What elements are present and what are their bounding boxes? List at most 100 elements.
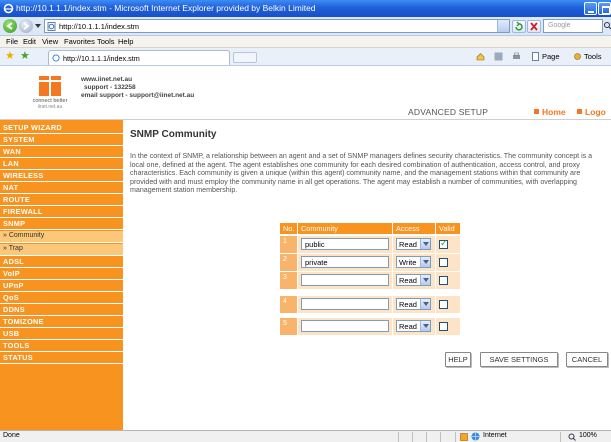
window-titlebar: http://10.1.1.1/index.stm - Microsoft In… <box>0 0 611 17</box>
row-5-community-input[interactable] <box>301 320 389 332</box>
row-3-access-select[interactable]: Read <box>396 274 431 286</box>
row-3-valid-checkbox[interactable] <box>439 276 448 285</box>
sidebar-item-wireless[interactable]: WIRELESS <box>0 171 123 182</box>
page-menu[interactable]: Page <box>542 52 560 61</box>
sidebar-item-qos[interactable]: QoS <box>0 293 123 304</box>
sidebar-item-route[interactable]: ROUTE <box>0 195 123 206</box>
save-settings-button[interactable]: SAVE SETTINGS <box>480 352 558 367</box>
sidebar-item-voip[interactable]: VoIP <box>0 269 123 280</box>
brand-domain: iinet.net.au <box>37 104 63 110</box>
search-icon[interactable] <box>603 19 611 33</box>
history-dropdown-icon[interactable] <box>35 23 41 29</box>
sidebar-item-firewall[interactable]: FIREWALL <box>0 207 123 218</box>
window-title: http://10.1.1.1/index.stm - Microsoft In… <box>16 3 316 13</box>
search-placeholder: Google <box>548 22 571 29</box>
row-1-access-select[interactable]: Read <box>396 238 431 250</box>
row-2-access-value: Write <box>399 258 417 267</box>
sidebar-item-status[interactable]: STATUS <box>0 353 123 364</box>
chevron-down-icon <box>420 257 430 267</box>
menu-tools[interactable]: Tools <box>97 37 115 46</box>
security-icon <box>460 433 468 441</box>
refresh-icon <box>515 21 523 31</box>
address-bar[interactable]: http://10.1.1.1/index.stm <box>44 19 510 33</box>
section-title: ADVANCED SETUP <box>408 107 489 117</box>
contact-phone: support - 132258 <box>84 84 136 91</box>
print-icon[interactable] <box>512 52 521 61</box>
row-5-access-select[interactable]: Read <box>396 320 431 332</box>
row-2-access-select[interactable]: Write <box>396 256 431 268</box>
col-header-community: Community <box>298 223 392 234</box>
stop-button[interactable] <box>527 20 541 33</box>
feeds-icon[interactable] <box>494 52 503 61</box>
sidebar-item-trap[interactable]: » Trap <box>0 244 123 256</box>
menu-help[interactable]: Help <box>118 37 133 46</box>
contact-info: www.iinet.net.au support - 132258 email … <box>81 76 194 100</box>
row-2-valid-checkbox[interactable] <box>439 258 448 267</box>
sidebar-item-usb[interactable]: USB <box>0 329 123 340</box>
row-1-community-input[interactable]: public <box>301 238 389 250</box>
chevron-down-icon <box>420 275 430 285</box>
sidebar-item-system[interactable]: SYSTEM <box>0 135 123 146</box>
tools-gear-icon <box>574 53 581 60</box>
favorites-star-icon[interactable]: ★ <box>5 50 15 62</box>
tab-bar: ★ ★ http://10.1.1.1/index.stm Page Tools <box>0 48 611 66</box>
home-icon[interactable] <box>476 52 485 61</box>
row-3-community-input[interactable] <box>301 274 389 286</box>
refresh-button[interactable] <box>512 20 526 33</box>
sidebar-item-ddns[interactable]: DDNS <box>0 305 123 316</box>
chevron-down-icon <box>420 239 430 249</box>
row-5-access-value: Read <box>399 322 417 331</box>
back-button[interactable] <box>3 19 17 33</box>
address-dropdown-button[interactable] <box>497 20 509 32</box>
sidebar-item-setup-wizard[interactable]: SETUP WIZARD <box>0 123 123 134</box>
sidebar-item-upnp[interactable]: UPnP <box>0 281 123 292</box>
menu-view[interactable]: View <box>42 37 58 46</box>
col-header-valid: Valid <box>436 223 460 234</box>
row-2-community-input[interactable]: private <box>301 256 389 268</box>
sidebar-item-tomizone[interactable]: TOMIZONE <box>0 317 123 328</box>
status-text: Done <box>3 432 20 439</box>
menu-favorites[interactable]: Favorites <box>64 37 95 46</box>
address-toolbar: http://10.1.1.1/index.stm Google <box>0 17 611 36</box>
col-header-access: Access <box>393 223 435 234</box>
forward-button[interactable] <box>19 19 33 33</box>
logout-link[interactable]: Logo <box>577 107 606 117</box>
zone-label: Internet <box>483 432 507 439</box>
row-4-number: 4 <box>280 296 297 313</box>
internet-zone-icon <box>471 432 480 441</box>
contact-email: email support - support@iinet.net.au <box>81 92 195 99</box>
help-button[interactable]: HELP <box>445 352 471 367</box>
logout-link-label: Logo <box>585 107 606 117</box>
sidebar-item-snmp[interactable]: SNMP <box>0 219 123 230</box>
maximize-button[interactable] <box>598 2 611 15</box>
menu-edit[interactable]: Edit <box>23 37 36 46</box>
row-5-valid-checkbox[interactable] <box>439 322 448 331</box>
home-link[interactable]: Home <box>534 107 566 117</box>
add-favorite-icon[interactable]: ★ <box>20 50 30 62</box>
sidebar-item-wan[interactable]: WAN <box>0 147 123 158</box>
row-4-valid-checkbox[interactable] <box>439 300 448 309</box>
tab-current[interactable]: http://10.1.1.1/index.stm <box>48 50 230 65</box>
sidebar-item-nat[interactable]: NAT <box>0 183 123 194</box>
chevron-down-icon <box>420 321 430 331</box>
page-title: SNMP Community <box>130 129 217 140</box>
sidebar-item-lan[interactable]: LAN <box>0 159 123 170</box>
row-4-community-input[interactable] <box>301 298 389 310</box>
sidebar-item-tools[interactable]: TOOLS <box>0 341 123 352</box>
search-input[interactable]: Google <box>543 19 603 33</box>
new-tab-button[interactable] <box>233 52 257 63</box>
chevron-down-icon <box>420 299 430 309</box>
menu-file[interactable]: File <box>6 37 18 46</box>
cancel-button[interactable]: CANCEL <box>566 352 608 367</box>
sidebar-item-community[interactable]: » Community <box>0 231 123 243</box>
zoom-level[interactable]: 100% <box>579 432 597 439</box>
home-link-label: Home <box>542 107 566 117</box>
sidebar: SETUP WIZARD SYSTEM WAN LAN WIRELESS NAT… <box>0 120 123 430</box>
page-description: In the context of SNMP, a relationship b… <box>130 152 593 195</box>
minimize-button[interactable] <box>584 2 597 15</box>
stop-icon <box>530 22 538 31</box>
row-1-valid-checkbox[interactable] <box>439 238 448 249</box>
sidebar-item-adsl[interactable]: ADSL <box>0 257 123 268</box>
tools-menu[interactable]: Tools <box>584 52 602 61</box>
row-4-access-select[interactable]: Read <box>396 298 431 310</box>
